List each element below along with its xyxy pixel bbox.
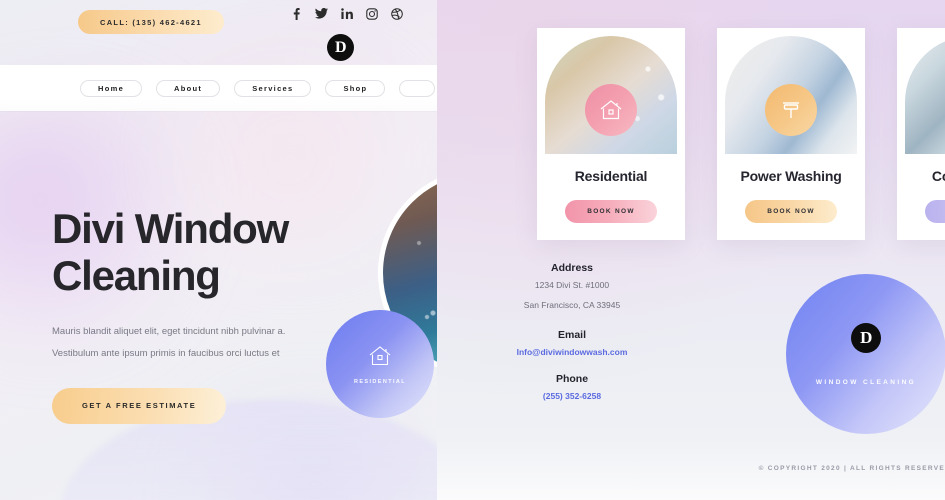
contact-info: Address 1234 Divi St. #1000 San Francisc… — [437, 262, 707, 401]
copyright-text: © COPYRIGHT 2020 | ALL RIGHTS RESERVED — [758, 465, 945, 472]
card-title: Commercial — [931, 168, 945, 184]
phone-link[interactable]: (255) 352-6258 — [437, 391, 707, 401]
instagram-icon[interactable] — [365, 7, 378, 20]
card-title: Power Washing — [740, 168, 842, 184]
social-links — [290, 7, 403, 20]
house-icon — [367, 344, 393, 373]
email-heading: Email — [557, 329, 586, 342]
nav-item-more[interactable] — [399, 80, 436, 97]
left-preview-panel: RESIDENTIAL CALL: (135) 462-4621 D Home … — [0, 0, 437, 500]
nav-item-shop[interactable]: Shop — [325, 80, 386, 97]
utility-bar: CALL: (135) 462-4621 — [0, 0, 437, 48]
service-cards: Residential BOOK NOW Power Washing BOOK … — [537, 28, 945, 240]
divi-logo-letter: D — [860, 328, 872, 347]
divi-logo[interactable]: D — [851, 322, 881, 353]
book-now-button[interactable]: BOOK NOW — [745, 200, 837, 223]
hero-section: Divi Window Cleaning Mauris blandit aliq… — [52, 205, 352, 424]
divi-logo[interactable]: D — [327, 34, 354, 61]
divi-logo-letter: D — [334, 38, 347, 56]
address-heading: Address — [550, 262, 593, 274]
book-now-button[interactable]: BOOK NOW — [565, 200, 657, 223]
address-line-2: San Francisco, CA 33945 — [523, 299, 621, 310]
nav-item-home[interactable]: Home — [80, 80, 143, 97]
service-card-residential[interactable]: Residential BOOK NOW — [537, 28, 685, 240]
commercial-photo — [905, 36, 945, 154]
brand-circle: D WINDOW CLEANING — [786, 274, 945, 434]
squeegee-icon — [765, 84, 817, 136]
nav-item-about[interactable]: About — [156, 80, 221, 97]
linkedin-icon[interactable] — [340, 7, 353, 20]
card-title: Residential — [574, 168, 648, 184]
card-image-arch — [905, 36, 945, 154]
right-preview-panel: Residential BOOK NOW Power Washing BOOK … — [437, 0, 945, 500]
get-free-estimate-button[interactable]: GET A FREE ESTIMATE — [52, 387, 227, 424]
book-now-button[interactable]: BOOK NOW — [925, 200, 945, 223]
dribbble-icon[interactable] — [390, 7, 403, 20]
nav-item-services[interactable]: Services — [234, 80, 312, 97]
facebook-icon[interactable] — [290, 7, 303, 20]
service-card-power-washing[interactable]: Power Washing BOOK NOW — [717, 28, 865, 240]
twitter-icon[interactable] — [315, 7, 328, 20]
brand-tagline: WINDOW CLEANING — [815, 378, 917, 386]
hero-title: Divi Window Cleaning — [52, 205, 289, 300]
hero-paragraph: Mauris blandit aliquet elit, eget tincid… — [52, 326, 286, 360]
call-phone-button[interactable]: CALL: (135) 462-4621 — [78, 10, 224, 34]
house-icon — [585, 84, 637, 136]
residential-badge-label: RESIDENTIAL — [353, 378, 407, 385]
service-card-commercial[interactable]: Commercial BOOK NOW — [897, 28, 945, 240]
page-root: RESIDENTIAL CALL: (135) 462-4621 D Home … — [0, 0, 945, 500]
email-link[interactable]: Info@diviwindowwash.com — [437, 347, 707, 357]
main-menu: Home About Services Shop — [80, 80, 436, 97]
phone-heading: Phone — [555, 373, 589, 386]
address-line-1: 1234 Divi St. #1000 — [534, 280, 610, 290]
